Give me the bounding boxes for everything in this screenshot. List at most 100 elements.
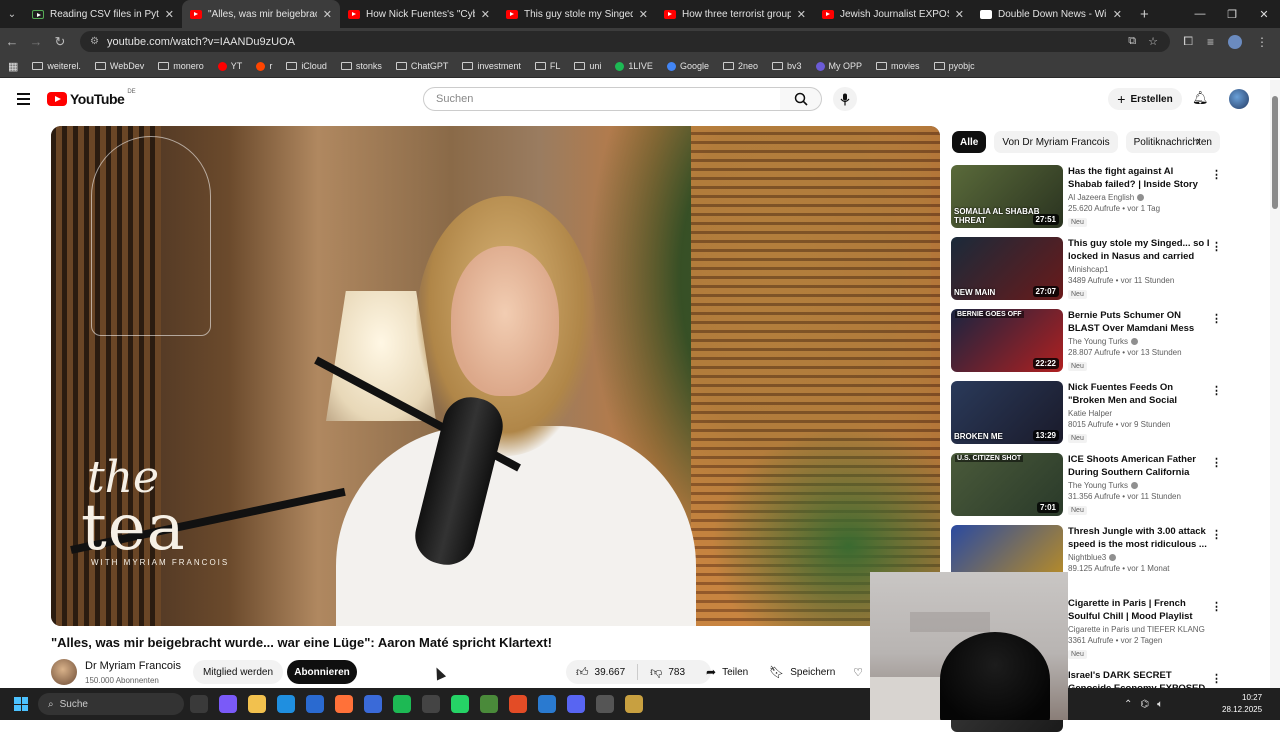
- video-channel[interactable]: Cigarette in Paris und TIEFER KLANG: [1068, 625, 1210, 634]
- close-tab-icon[interactable]: ✕: [323, 8, 332, 21]
- network-icon[interactable]: ⌬: [1140, 699, 1149, 710]
- voice-search-button[interactable]: [833, 87, 857, 111]
- taskbar-search[interactable]: ⌕ Suche: [38, 693, 184, 715]
- video-title-link[interactable]: ICE Shoots American Father During Southe…: [1068, 453, 1210, 479]
- bookmark-item[interactable]: bv3: [772, 61, 802, 71]
- more-options-icon[interactable]: ⋮: [1211, 240, 1222, 253]
- video-title-link[interactable]: Has the fight against Al Shabab failed? …: [1068, 165, 1210, 191]
- video-channel[interactable]: The Young Turks: [1068, 337, 1210, 346]
- search-button[interactable]: [780, 87, 822, 111]
- tray-overflow-icon[interactable]: ⌃: [1124, 699, 1132, 710]
- thanks-button[interactable]: ♡: [846, 660, 870, 684]
- profile-icon[interactable]: [1228, 34, 1242, 49]
- taskbar-app-icon[interactable]: [248, 695, 266, 713]
- bookmark-item[interactable]: ChatGPT: [395, 61, 448, 71]
- taskbar-clock[interactable]: 10:27 28.12.2025: [1222, 692, 1262, 716]
- browser-tab[interactable]: Jewish Journalist EXPOSES Isra ✕: [814, 0, 972, 28]
- taskbar-app-icon[interactable]: [364, 695, 382, 713]
- url-field[interactable]: ⚙ youtube.com/watch?v=IAANDu9zUOA ⧉ ☆: [80, 31, 1170, 52]
- browser-tab[interactable]: "Alles, was mir beigebracht ✕: [182, 0, 340, 28]
- bookmark-star-icon[interactable]: ☆: [1148, 35, 1158, 48]
- video-channel[interactable]: Al Jazeera English: [1068, 193, 1210, 202]
- browser-tab[interactable]: Double Down News - Wikiped ✕: [972, 0, 1130, 28]
- more-options-icon[interactable]: ⋮: [1211, 672, 1222, 685]
- taskbar-app-icon[interactable]: [567, 695, 585, 713]
- taskbar-app-icon[interactable]: [277, 695, 295, 713]
- close-tab-icon[interactable]: ✕: [639, 8, 648, 21]
- taskbar-app-icon[interactable]: [219, 695, 237, 713]
- recommended-video[interactable]: BERNIE GOES OFF 22:22 Bernie Puts Schumer …: [951, 309, 1222, 381]
- video-title-link[interactable]: This guy stole my Singed... so I locked …: [1068, 237, 1210, 263]
- recommended-video[interactable]: SOMALIA AL SHABAB THREAT 27:51 Has the fig…: [951, 165, 1222, 237]
- tab-search-icon[interactable]: ⌄: [0, 0, 24, 28]
- taskbar-app-icon[interactable]: [596, 695, 614, 713]
- close-window-icon[interactable]: ✕: [1248, 0, 1280, 28]
- channel-avatar[interactable]: [51, 659, 77, 685]
- video-player[interactable]: the tea WITH MYRIAM FRANCOIS: [51, 126, 940, 626]
- browser-tab[interactable]: How three terrorist groups fo ✕: [656, 0, 814, 28]
- taskbar-app-icon[interactable]: [306, 695, 324, 713]
- taskbar-app-icon[interactable]: [480, 695, 498, 713]
- new-tab-button[interactable]: +: [1130, 6, 1159, 23]
- save-button[interactable]: 🔖︎ Speichern: [759, 660, 841, 684]
- bookmark-item[interactable]: weiterel.: [32, 61, 81, 71]
- video-title-link[interactable]: Cigarette in Paris | French Soulful Chil…: [1068, 597, 1210, 623]
- taskbar-app-icon[interactable]: [393, 695, 411, 713]
- recommended-video[interactable]: NEW MAIN 27:07 This guy stole my Singed...…: [951, 237, 1222, 309]
- browser-menu-icon[interactable]: ⋮: [1256, 35, 1268, 49]
- subscribe-button[interactable]: Abonnieren: [287, 660, 357, 684]
- taskbar-app-icon[interactable]: [335, 695, 353, 713]
- bookmark-item[interactable]: r: [256, 61, 272, 71]
- hamburger-menu-icon[interactable]: [17, 93, 30, 105]
- browser-tab[interactable]: Reading CSV files in Python - G ✕: [24, 0, 182, 28]
- more-options-icon[interactable]: ⋮: [1211, 312, 1222, 325]
- thumbs-down-icon[interactable]: 👎︎: [650, 665, 662, 680]
- taskbar-app-icon[interactable]: [422, 695, 440, 713]
- youtube-logo[interactable]: YouTube DE: [47, 89, 136, 107]
- more-options-icon[interactable]: ⋮: [1211, 384, 1222, 397]
- video-channel[interactable]: Katie Halper: [1068, 409, 1210, 418]
- volume-icon[interactable]: 🔈︎: [1157, 699, 1163, 710]
- apps-grid-icon[interactable]: ▦: [8, 60, 18, 73]
- bookmark-item[interactable]: Google: [666, 61, 709, 71]
- video-channel[interactable]: The Young Turks: [1068, 481, 1210, 490]
- more-options-icon[interactable]: ⋮: [1211, 600, 1222, 613]
- bookmark-item[interactable]: monero: [158, 61, 204, 71]
- filter-chip[interactable]: Alle: [952, 131, 987, 153]
- video-channel[interactable]: Minishcap1: [1068, 265, 1210, 274]
- channel-name[interactable]: Dr Myriam Francois: [85, 660, 181, 672]
- taskbar-app-icon[interactable]: [451, 695, 469, 713]
- filter-chip[interactable]: Von Dr Myriam Francois: [994, 131, 1118, 153]
- taskbar-app-icon[interactable]: [538, 695, 556, 713]
- more-options-icon[interactable]: ⋮: [1211, 168, 1222, 181]
- media-controls-icon[interactable]: ≡: [1207, 35, 1214, 49]
- video-title-link[interactable]: Thresh Jungle with 3.00 attack speed is …: [1068, 525, 1210, 551]
- close-tab-icon[interactable]: ✕: [955, 8, 964, 21]
- search-input[interactable]: Suchen: [423, 87, 781, 111]
- close-tab-icon[interactable]: ✕: [1113, 8, 1122, 21]
- windows-start-icon[interactable]: [14, 697, 28, 711]
- video-thumbnail[interactable]: BROKEN ME 13:29: [951, 381, 1063, 444]
- bookmark-item[interactable]: 1LIVE: [615, 61, 653, 71]
- more-options-icon[interactable]: ⋮: [1211, 456, 1222, 469]
- forward-icon[interactable]: →: [24, 28, 48, 55]
- video-thumbnail[interactable]: NEW MAIN 27:07: [951, 237, 1063, 300]
- bookmark-item[interactable]: pyobjc: [933, 61, 975, 71]
- bookmark-item[interactable]: movies: [876, 61, 920, 71]
- share-button[interactable]: ➦ Teilen: [696, 660, 758, 684]
- restore-icon[interactable]: ❐: [1216, 0, 1248, 28]
- taskbar-app-icon[interactable]: [509, 695, 527, 713]
- dislike-count[interactable]: 783: [668, 667, 685, 678]
- close-tab-icon[interactable]: ✕: [165, 8, 174, 21]
- site-info-icon[interactable]: ⚙: [90, 36, 99, 47]
- recommended-video[interactable]: U.S. CITIZEN SHOT 7:01 ICE Shoots American…: [951, 453, 1222, 525]
- notifications-bell-icon[interactable]: 🔔︎: [1192, 90, 1209, 106]
- bookmark-item[interactable]: stonks: [340, 61, 382, 71]
- create-button[interactable]: + Erstellen: [1108, 88, 1182, 110]
- account-avatar[interactable]: [1229, 89, 1249, 109]
- bookmark-item[interactable]: uni: [574, 61, 601, 71]
- video-thumbnail[interactable]: SOMALIA AL SHABAB THREAT 27:51: [951, 165, 1063, 228]
- bookmark-item[interactable]: 2neo: [722, 61, 758, 71]
- thumbs-up-icon[interactable]: 👍︎: [576, 665, 589, 680]
- bookmark-item[interactable]: investment: [462, 61, 521, 71]
